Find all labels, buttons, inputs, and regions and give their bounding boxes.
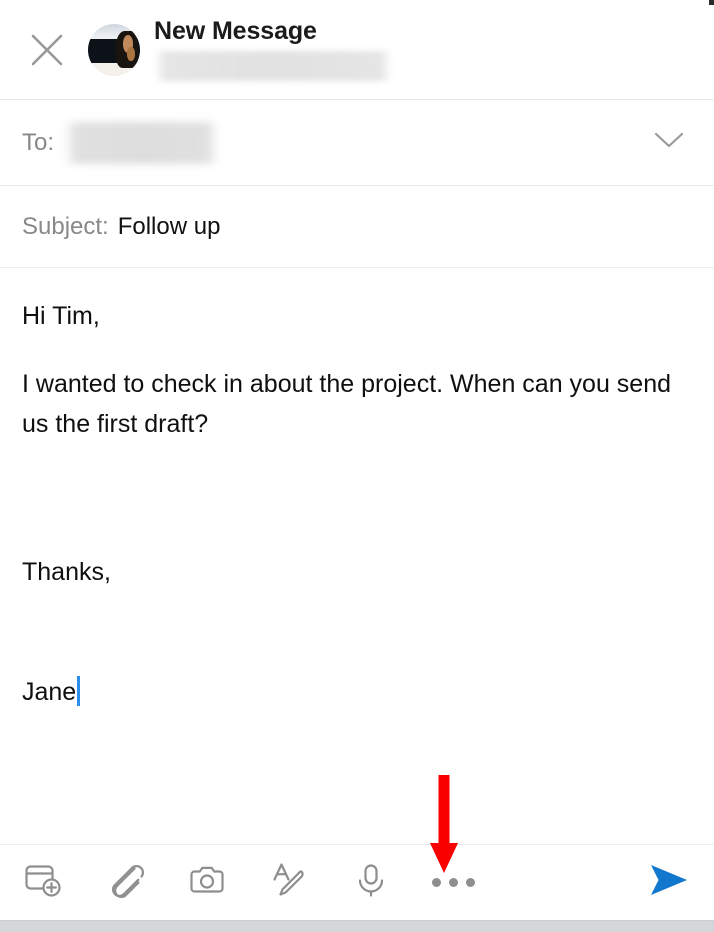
to-label: To:: [22, 128, 55, 156]
more-dot: [431, 878, 441, 887]
more-options-button[interactable]: [424, 854, 482, 912]
subject-field-row[interactable]: Subject: Follow up: [0, 186, 714, 268]
header-text-block: New Message: [154, 18, 392, 81]
page-title: New Message: [154, 17, 317, 46]
bottom-system-bar: [0, 920, 714, 932]
compose-screen: New Message To: Subject: Follow up Hi Ti…: [0, 0, 714, 932]
format-text-icon: [269, 860, 309, 905]
camera-icon: [187, 860, 227, 905]
more-dot: [465, 878, 475, 887]
attach-file-button[interactable]: [96, 854, 154, 912]
compose-header: New Message: [0, 0, 714, 100]
format-text-button[interactable]: [260, 854, 318, 912]
body-paragraph: I wanted to check in about the project. …: [22, 370, 678, 438]
body-signature: Thanks, Jane: [22, 472, 692, 792]
text-caret: [77, 676, 81, 706]
signature-line: Thanks,: [22, 558, 111, 586]
microphone-icon: [351, 860, 391, 905]
camera-button[interactable]: [178, 854, 236, 912]
send-button[interactable]: [640, 854, 698, 912]
expand-recipients-button[interactable]: [646, 120, 692, 166]
account-redaction-bar: [154, 50, 392, 81]
paperclip-icon: [105, 860, 145, 905]
chevron-down-icon: [654, 131, 684, 154]
close-button[interactable]: [24, 27, 70, 73]
more-options-icon: [431, 878, 475, 887]
insert-card-icon: [23, 860, 63, 905]
subject-input[interactable]: Follow up: [118, 213, 221, 241]
avatar[interactable]: [88, 23, 140, 76]
subject-label: Subject:: [22, 212, 109, 240]
send-icon: [646, 860, 692, 905]
signature-name: Jane: [22, 678, 77, 706]
insert-card-button[interactable]: [14, 854, 72, 912]
corner-marker: [709, 0, 714, 5]
compose-toolbar: [0, 844, 714, 920]
signature-line-with-caret: Jane: [22, 672, 692, 712]
avatar-photo-skin-lower: [126, 47, 135, 61]
to-recipient-redaction: [64, 121, 220, 164]
close-x-icon: [30, 33, 64, 67]
dictate-button[interactable]: [342, 854, 400, 912]
body-paragraph: Hi Tim,: [22, 302, 100, 330]
to-field-row[interactable]: To:: [0, 100, 714, 186]
more-dot: [448, 878, 458, 887]
message-body-input[interactable]: Hi Tim, I wanted to check in about the p…: [0, 268, 714, 844]
